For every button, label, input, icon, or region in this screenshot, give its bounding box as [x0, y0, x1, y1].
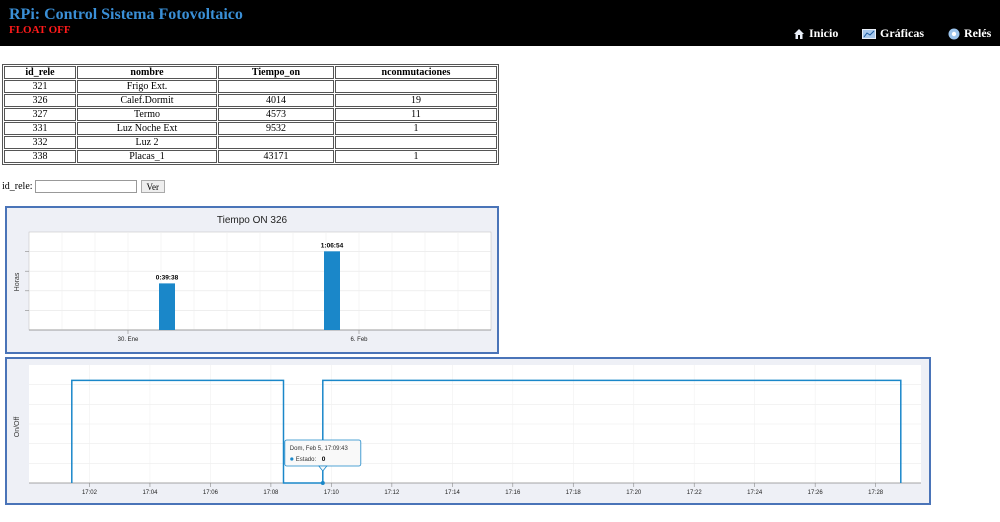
cell-tiempo-on: 9532	[218, 122, 334, 135]
cell-nconmutaciones: 1	[335, 150, 497, 163]
hover-point	[320, 481, 325, 485]
x-tick-label: 17:24	[747, 490, 763, 496]
nav-graficas[interactable]: Gráficas	[862, 26, 924, 41]
x-tick-label: 17:20	[626, 490, 642, 496]
id-rele-input[interactable]	[34, 180, 137, 193]
line-chart-svg: On/Off 17:02 17:04 17:06 17:08 17:10 17:12 17:…	[14, 365, 921, 496]
nav-inicio-label: Inicio	[809, 26, 839, 40]
cell-id-rele: 332	[4, 136, 76, 149]
y-axis-label: On/Off	[14, 417, 21, 438]
cell-nconmutaciones: 19	[335, 94, 497, 107]
tooltip-value: 0	[322, 456, 326, 463]
cell-nconmutaciones	[335, 80, 497, 93]
x-tick-label: 17:22	[687, 490, 703, 496]
tooltip-series-marker	[290, 457, 294, 461]
cell-nombre: Calef.Dormit	[77, 94, 217, 107]
nav-graficas-label: Gráficas	[880, 26, 924, 40]
data-label: 0:39:38	[156, 274, 179, 281]
table-row: 326 Calef.Dormit 4014 19	[4, 94, 497, 107]
x-tick-label: 17:14	[445, 490, 461, 496]
column-header-nconmutaciones: nconmutaciones	[335, 66, 497, 79]
table-row: 332 Luz 2	[4, 136, 497, 149]
chart-title: Tiempo ON 326	[217, 215, 288, 226]
cell-nconmutaciones: 11	[335, 108, 497, 121]
cell-nconmutaciones	[335, 136, 497, 149]
x-tick-label: 17:04	[142, 490, 158, 496]
filter-form: id_rele: Ver	[2, 180, 166, 193]
x-tick-label: 17:12	[384, 490, 400, 496]
tooltip-title: Dom, Feb 5, 17:09:43	[290, 446, 349, 452]
cell-nombre: Luz 2	[77, 136, 217, 149]
cell-id-rele: 331	[4, 122, 76, 135]
cell-nombre: Luz Noche Ext	[77, 122, 217, 135]
ver-button[interactable]: Ver	[140, 180, 166, 193]
cell-id-rele: 321	[4, 80, 76, 93]
table-row: 327 Termo 4573 11	[4, 108, 497, 121]
cell-tiempo-on: 4573	[218, 108, 334, 121]
cell-tiempo-on	[218, 80, 334, 93]
x-tick-label: 17:18	[566, 490, 582, 496]
x-tick-label: 17:06	[203, 490, 219, 496]
tooltip-series-name: Estado:	[296, 457, 317, 463]
table-row: 338 Placas_1 43171 1	[4, 150, 497, 163]
cell-tiempo-on	[218, 136, 334, 149]
chart-icon	[862, 28, 876, 40]
nav-reles[interactable]: Relés	[948, 26, 991, 41]
bar	[324, 251, 340, 330]
column-header-tiempo-on: Tiempo_on	[218, 66, 334, 79]
cell-nombre: Placas_1	[77, 150, 217, 163]
float-status: FLOAT OFF	[9, 24, 71, 36]
estado-chart: On/Off 17:02 17:04 17:06 17:08 17:10 17:12 17:…	[5, 357, 931, 505]
gear-icon	[948, 28, 960, 40]
cell-nconmutaciones: 1	[335, 122, 497, 135]
relays-table: id_rele nombre Tiempo_on nconmutaciones …	[2, 64, 499, 165]
cell-tiempo-on: 4014	[218, 94, 334, 107]
x-tick-label: 30. Ene	[118, 337, 139, 343]
cell-id-rele: 338	[4, 150, 76, 163]
x-tick-label: 17:10	[324, 490, 340, 496]
cell-nombre: Termo	[77, 108, 217, 121]
home-icon	[793, 28, 805, 40]
cell-tiempo-on: 43171	[218, 150, 334, 163]
tiempo-on-chart: Tiempo ON 326 Horas 30. Ene 6. Feb 0:39:38…	[5, 206, 499, 354]
x-tick-label: 17:26	[808, 490, 824, 496]
y-axis-label: Horas	[14, 272, 21, 291]
x-tick-label: 6. Feb	[350, 337, 368, 343]
tooltip: Dom, Feb 5, 17:09:43 Estado: 0	[284, 439, 362, 472]
table-row: 321 Frigo Ext.	[4, 80, 497, 93]
nav-inicio[interactable]: Inicio	[793, 26, 838, 41]
table-row: 331 Luz Noche Ext 9532 1	[4, 122, 497, 135]
bar-chart-svg: Tiempo ON 326 Horas 30. Ene 6. Feb 0:39:38…	[14, 215, 492, 343]
x-tick-label: 17:28	[868, 490, 884, 496]
column-header-nombre: nombre	[77, 66, 217, 79]
x-tick-label: 17:16	[505, 490, 521, 496]
column-header-id-rele: id_rele	[4, 66, 76, 79]
x-tick-label: 17:08	[263, 490, 279, 496]
id-rele-label: id_rele:	[2, 181, 33, 192]
data-label: 1:06:54	[321, 242, 344, 249]
app-title: RPi: Control Sistema Fotovoltaico	[9, 6, 243, 23]
bar	[159, 283, 175, 330]
x-tick-label: 17:02	[82, 490, 98, 496]
cell-id-rele: 326	[4, 94, 76, 107]
top-header-bar: RPi: Control Sistema Fotovoltaico FLOAT …	[0, 0, 1000, 46]
cell-id-rele: 327	[4, 108, 76, 121]
nav-reles-label: Relés	[964, 26, 992, 40]
cell-nombre: Frigo Ext.	[77, 80, 217, 93]
